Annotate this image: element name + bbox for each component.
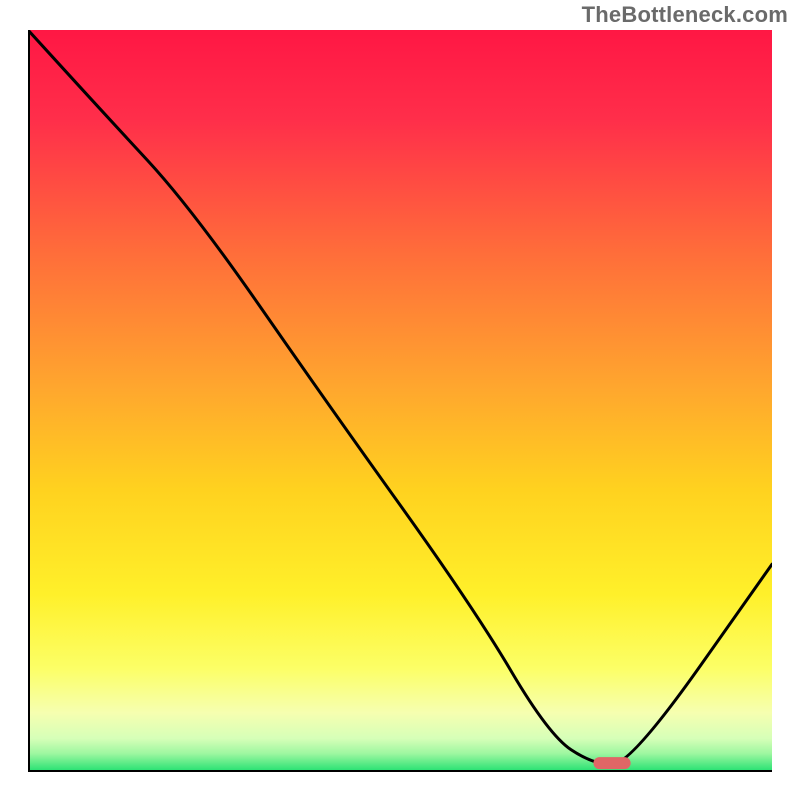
- optimal-marker: [593, 757, 630, 769]
- chart-plot: [28, 30, 772, 772]
- chart-background: [28, 30, 772, 772]
- chart-svg: [28, 30, 772, 772]
- watermark-text: TheBottleneck.com: [582, 2, 788, 28]
